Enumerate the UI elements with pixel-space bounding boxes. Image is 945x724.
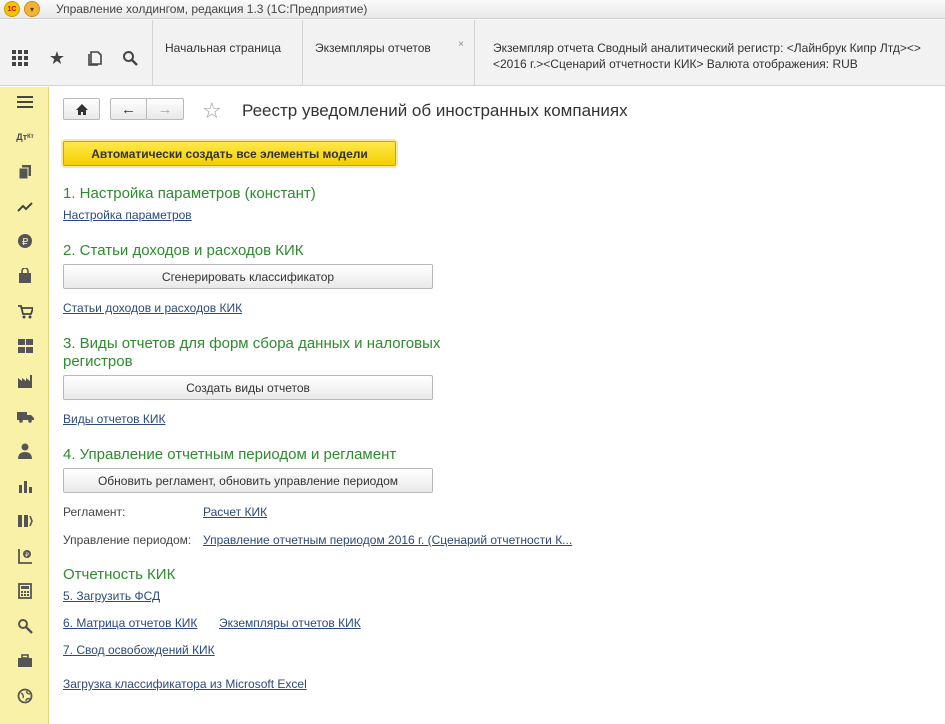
section-4-heading: 4. Управление отчетным периодом и реглам… — [63, 446, 397, 463]
cart-icon[interactable] — [16, 302, 34, 320]
main-content: ← → ☆ Реестр уведомлений об иностранных … — [50, 87, 945, 724]
tab-label: Экземпляры отчетов — [315, 41, 431, 55]
bag-icon[interactable] — [16, 267, 34, 285]
home-icon — [75, 103, 88, 115]
app-logo-icon[interactable]: 1С — [4, 1, 20, 17]
finance-icon[interactable]: ₽ — [16, 547, 34, 565]
svg-text:₽: ₽ — [25, 552, 29, 559]
search-icon[interactable] — [119, 47, 141, 69]
section-3-heading: 3. Виды отчетов для форм сбора данных и … — [63, 335, 440, 371]
settings-icon[interactable] — [16, 617, 34, 635]
ruble-icon[interactable]: ₽ — [16, 232, 34, 250]
period-label: Управление периодом: — [63, 533, 192, 547]
globe-icon[interactable] — [16, 687, 34, 705]
bar-chart-icon[interactable] — [16, 477, 34, 495]
section-2-heading: 2. Статьи доходов и расходов КИК — [63, 242, 304, 259]
window-titlebar: 1С ▾ Управление холдингом, редакция 1.3 … — [0, 0, 945, 19]
reglament-label: Регламент: — [63, 505, 126, 519]
chart-trend-icon[interactable] — [16, 198, 34, 216]
main-menu-button[interactable]: ▾ — [24, 1, 40, 17]
settings-link[interactable]: Настройка параметров — [63, 208, 192, 222]
star-icon[interactable]: ★ — [46, 47, 68, 69]
tab-label: Начальная страница — [165, 41, 282, 55]
tab-report-instances[interactable]: Экземпляры отчетов × — [302, 20, 474, 86]
truck-icon[interactable] — [16, 407, 34, 425]
favorite-star-icon[interactable]: ☆ — [202, 98, 222, 124]
section-3-line2: регистров — [63, 353, 133, 370]
menu-icon[interactable] — [16, 93, 34, 111]
back-button[interactable]: ← — [110, 98, 147, 120]
sections-sidebar: Дт Кт ₽ ₽ — [0, 87, 49, 724]
home-button[interactable] — [63, 98, 100, 120]
top-navigation: ★ Начальная страница Экземпляры отчетов … — [0, 20, 945, 86]
report-matrix-link[interactable]: 6. Матрица отчетов КИК — [63, 616, 197, 630]
close-icon[interactable]: × — [458, 37, 464, 53]
reporting-heading: Отчетность КИК — [63, 566, 176, 583]
report-types-link[interactable]: Виды отчетов КИК — [63, 412, 165, 426]
accounting-icon[interactable]: Дт Кт — [16, 128, 34, 146]
window-title: Управление холдингом, редакция 1.3 (1С:П… — [56, 2, 368, 16]
documents-icon[interactable] — [16, 163, 34, 181]
section-1-heading: 1. Настройка параметров (констант) — [63, 185, 316, 202]
create-report-types-button[interactable]: Создать виды отчетов — [63, 375, 433, 400]
reglament-link[interactable]: Расчет КИК — [203, 505, 267, 519]
calculator-icon[interactable] — [16, 582, 34, 600]
report-instances-link[interactable]: Экземпляры отчетов КИК — [219, 616, 361, 630]
excel-import-link[interactable]: Загрузка классификатора из Microsoft Exc… — [63, 677, 307, 691]
tab-report-instance[interactable]: Экземпляр отчета Сводный аналитический р… — [474, 20, 945, 86]
income-expense-link[interactable]: Статьи доходов и расходов КИК — [63, 301, 242, 315]
person-icon[interactable] — [16, 442, 34, 460]
period-link[interactable]: Управление отчетным периодом 2016 г. (Сц… — [203, 533, 572, 547]
briefcase-icon[interactable] — [16, 652, 34, 670]
grid-icon[interactable] — [16, 337, 34, 355]
factory-icon[interactable] — [16, 372, 34, 390]
exemptions-link[interactable]: 7. Свод освобождений КИК — [63, 643, 215, 657]
section-3-line1: 3. Виды отчетов для форм сбора данных и … — [63, 335, 441, 352]
money-icon[interactable] — [16, 512, 34, 530]
forward-button[interactable]: → — [146, 98, 184, 120]
generate-classifier-button[interactable]: Сгенерировать классификатор — [63, 264, 433, 289]
tab-label: Экземпляр отчета Сводный аналитический р… — [493, 41, 921, 71]
svg-text:₽: ₽ — [22, 237, 29, 248]
tab-home-page[interactable]: Начальная страница — [152, 20, 302, 86]
auto-create-button[interactable]: Автоматически создать все элементы модел… — [63, 141, 396, 166]
page-title: Реестр уведомлений об иностранных компан… — [242, 101, 628, 120]
load-fsd-link[interactable]: 5. Загрузить ФСД — [63, 589, 160, 603]
apps-grid-icon[interactable] — [9, 47, 31, 69]
update-reglament-button[interactable]: Обновить регламент, обновить управление … — [63, 468, 433, 493]
history-icon[interactable] — [84, 47, 106, 69]
